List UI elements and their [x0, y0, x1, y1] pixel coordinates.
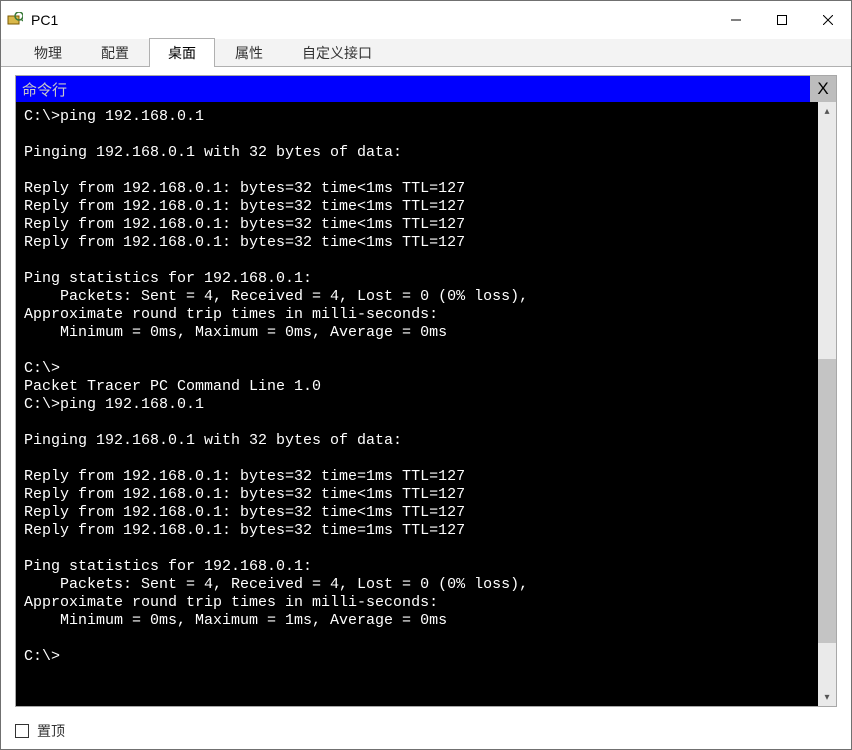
panel-title: 命令行 — [22, 79, 67, 100]
maximize-button[interactable] — [759, 1, 805, 39]
terminal-output[interactable]: C:\>ping 192.168.0.1 Pinging 192.168.0.1… — [16, 102, 818, 706]
window-title: PC1 — [31, 12, 58, 28]
window-controls — [713, 1, 851, 39]
panel-close-button[interactable]: X — [810, 76, 836, 102]
tab-config[interactable]: 配置 — [82, 38, 148, 67]
tab-attributes[interactable]: 属性 — [216, 38, 282, 67]
app-window: PC1 物理 配置 桌面 属性 自定义接口 命令行 X — [0, 0, 852, 750]
scroll-up-button[interactable]: ▴ — [818, 102, 836, 120]
terminal-container: C:\>ping 192.168.0.1 Pinging 192.168.0.1… — [16, 102, 836, 706]
tab-physical[interactable]: 物理 — [15, 38, 81, 67]
tab-custom-interface[interactable]: 自定义接口 — [283, 38, 391, 67]
scroll-track[interactable] — [818, 120, 836, 688]
always-on-top-checkbox[interactable] — [15, 724, 29, 738]
app-icon — [7, 12, 23, 28]
minimize-button[interactable] — [713, 1, 759, 39]
tab-bar: 物理 配置 桌面 属性 自定义接口 — [1, 39, 851, 67]
scroll-down-button[interactable]: ▾ — [818, 688, 836, 706]
panel-titlebar[interactable]: 命令行 X — [16, 76, 836, 102]
close-button[interactable] — [805, 1, 851, 39]
scrollbar[interactable]: ▴ ▾ — [818, 102, 836, 706]
workspace: 命令行 X C:\>ping 192.168.0.1 Pinging 192.1… — [1, 67, 851, 713]
footer: 置顶 — [1, 713, 851, 749]
command-prompt-panel: 命令行 X C:\>ping 192.168.0.1 Pinging 192.1… — [15, 75, 837, 707]
tab-desktop[interactable]: 桌面 — [149, 38, 215, 67]
window-titlebar[interactable]: PC1 — [1, 1, 851, 39]
always-on-top-label: 置顶 — [37, 721, 65, 741]
scroll-thumb[interactable] — [818, 359, 836, 643]
